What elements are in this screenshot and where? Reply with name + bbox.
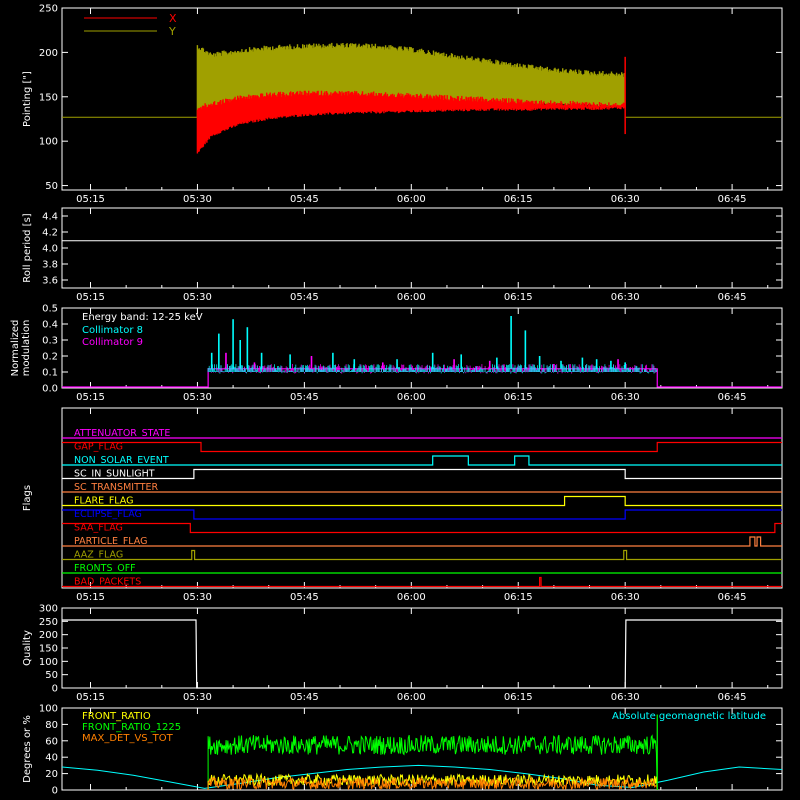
flag-label-sc_in_sunlight: SC_IN_SUNLIGHT: [74, 469, 155, 480]
flag-label-aaz_flag: AAZ_FLAG: [74, 550, 123, 561]
quality-ytick-label: 50: [45, 670, 58, 681]
flag-label-flare_flag: FLARE_FLAG: [74, 496, 134, 507]
modulation-ylabel: Normalizedmodulation: [10, 320, 32, 377]
flag-label-attenuator_state: ATTENUATOR_STATE: [74, 428, 170, 439]
pointing-ytick-label: 50: [45, 181, 58, 192]
modulation-xtick-label: 06:30: [611, 392, 640, 403]
pointing-xtick-label: 05:30: [183, 194, 212, 205]
modulation-ytick-label: 0.4: [42, 320, 58, 331]
pointing-xtick-label: 06:15: [504, 194, 533, 205]
pointing-ylabel: Pointing ["]: [22, 71, 33, 127]
flags-xtick-label: 05:30: [183, 592, 212, 603]
modulation-legend-collimator-8: Collimator 8: [82, 325, 143, 336]
flag-label-saa_flag: SAA_FLAG: [74, 523, 123, 534]
modulation-xtick-label: 06:15: [504, 392, 533, 403]
roll-xtick-label: 05:15: [76, 292, 105, 303]
rhessi-summary-figure: 05:15 05:30 05:45 06:00 06:15 06:30 06:45 50 100…: [0, 0, 800, 800]
roll-ylabel: Roll period [s]: [22, 213, 33, 282]
quality-ytick-label: 200: [39, 630, 58, 641]
pointing-ytick-label: 100: [39, 137, 58, 148]
flags-xtick-label: 05:15: [76, 592, 105, 603]
roll-ytick-label: 4.4: [42, 212, 58, 223]
quality-ytick-label: 300: [39, 604, 58, 615]
quality-xtick-label: 05:45: [290, 692, 319, 703]
flags-xtick-label: 06:00: [397, 592, 426, 603]
ratios-ytick-label: 80: [45, 720, 58, 731]
pointing-xtick-label: 06:30: [611, 194, 640, 205]
modulation-ytick-label: 0.1: [42, 368, 58, 379]
ratios-ytick-label: 100: [39, 704, 58, 715]
pointing-legend-label-X: X: [169, 12, 177, 25]
pointing-ytick-label: 200: [39, 48, 58, 59]
modulation-legend-collimator-9: Collimator 9: [82, 337, 143, 348]
roll-ytick-label: 4.2: [42, 228, 58, 239]
quality-ytick-label: 250: [39, 617, 58, 628]
modulation-xtick-label: 06:00: [397, 392, 426, 403]
quality-xtick-label: 06:45: [718, 692, 747, 703]
ratios-ylabel: Degrees or %: [22, 715, 33, 783]
pointing-legend-label-Y: Y: [168, 25, 176, 38]
ratios-legend-max_det_vs_tot: MAX_DET_VS_TOT: [82, 733, 174, 744]
ratios-legend-geomag-latitude: Absolute geomagnetic latitude: [612, 711, 766, 722]
ratios-ytick-label: 60: [45, 736, 58, 747]
ratios-legend-front_ratio_1225: FRONT_RATIO_1225: [82, 722, 181, 733]
quality-xtick-label: 05:30: [183, 692, 212, 703]
modulation-ytick-label: 0.5: [42, 304, 58, 315]
ratios-ytick-label: 20: [45, 769, 58, 780]
modulation-ytick-label: 0.2: [42, 352, 58, 363]
modulation-annotation: Energy band: 12-25 keV: [82, 312, 203, 323]
flags-xtick-label: 06:15: [504, 592, 533, 603]
pointing-ytick-label: 250: [39, 4, 58, 15]
pointing-xtick-label: 05:15: [76, 194, 105, 205]
modulation-xtick-label: 05:30: [183, 392, 212, 403]
flag-label-fronts_off: FRONTS_OFF: [74, 563, 136, 574]
roll-xtick-label: 06:00: [397, 292, 426, 303]
pointing-xtick-label: 05:45: [290, 194, 319, 205]
flag-label-eclipse_flag: ECLIPSE_FLAG: [74, 509, 142, 520]
flags-xtick-label: 06:45: [718, 592, 747, 603]
roll-xtick-label: 06:45: [718, 292, 747, 303]
roll-xtick-label: 05:45: [290, 292, 319, 303]
quality-xtick-label: 06:15: [504, 692, 533, 703]
roll-ytick-label: 3.6: [42, 276, 58, 287]
pointing-xtick-label: 06:00: [397, 194, 426, 205]
flag-label-particle_flag: PARTICLE_FLAG: [74, 536, 147, 547]
quality-xtick-label: 06:00: [397, 692, 426, 703]
modulation-ytick-label: 0.3: [42, 336, 58, 347]
quality-xtick-label: 06:30: [611, 692, 640, 703]
modulation-ytick-label: 0.0: [42, 384, 58, 395]
flag-label-non_solar_event: NON_SOLAR_EVENT: [74, 455, 169, 466]
flags-ylabel: Flags: [22, 485, 33, 511]
flags-xtick-label: 06:30: [611, 592, 640, 603]
ratios-ytick-label: 40: [45, 753, 58, 764]
pointing-ytick-label: 150: [39, 92, 58, 103]
modulation-xtick-label: 05:45: [290, 392, 319, 403]
ratios-legend-front_ratio: FRONT_RATIO: [82, 711, 151, 722]
roll-xtick-label: 06:30: [611, 292, 640, 303]
modulation-ylabel-line2: modulation: [21, 320, 32, 377]
modulation-ylabel-line1: Normalized: [10, 320, 21, 377]
modulation-xtick-label: 06:45: [718, 392, 747, 403]
quality-ytick-label: 100: [39, 657, 58, 668]
roll-xtick-label: 06:15: [504, 292, 533, 303]
modulation-xtick-label: 05:15: [76, 392, 105, 403]
flag-label-bad_packets: BAD_PACKETS: [74, 577, 141, 588]
quality-ytick-label: 0: [52, 684, 58, 695]
flags-xtick-label: 05:45: [290, 592, 319, 603]
quality-xtick-label: 05:15: [76, 692, 105, 703]
roll-xtick-label: 05:30: [183, 292, 212, 303]
quality-ylabel: Quality: [22, 630, 33, 666]
ratios-ytick-label: 0: [52, 786, 58, 797]
quality-ytick-label: 150: [39, 644, 58, 655]
roll-ytick-label: 4.0: [42, 244, 58, 255]
roll-ytick-label: 3.8: [42, 260, 58, 271]
pointing-xtick-label: 06:45: [718, 194, 747, 205]
flag-label-gap_flag: GAP_FLAG: [74, 442, 123, 453]
flag-label-sc_transmitter: SC_TRANSMITTER: [74, 482, 159, 493]
